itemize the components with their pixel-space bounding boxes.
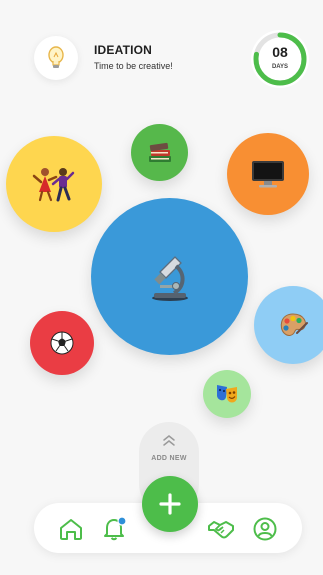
bubble-dance[interactable] bbox=[6, 136, 102, 232]
nav-partners[interactable] bbox=[207, 515, 235, 543]
days-label: DAYS bbox=[271, 64, 289, 70]
plus-icon bbox=[159, 493, 181, 515]
bubble-theater[interactable] bbox=[203, 370, 251, 418]
ideation-screen: IDEATION Time to be creative! 08 DAYS AD… bbox=[0, 0, 323, 575]
page-subtitle: Time to be creative! bbox=[94, 61, 173, 71]
dancers-icon bbox=[32, 168, 75, 202]
nav-profile[interactable] bbox=[251, 515, 279, 543]
bubble-sport[interactable] bbox=[30, 311, 94, 375]
soccer-ball-icon bbox=[50, 331, 74, 355]
bubble-art[interactable] bbox=[254, 286, 323, 364]
microscope-icon bbox=[151, 255, 188, 301]
page-title: IDEATION bbox=[94, 43, 153, 57]
user-icon bbox=[253, 517, 277, 541]
computer-icon bbox=[252, 161, 284, 188]
add-new-label: ADD NEW bbox=[151, 455, 187, 462]
bubble-computer[interactable] bbox=[227, 133, 309, 215]
bell-icon bbox=[104, 516, 127, 541]
theater-masks-icon bbox=[217, 385, 237, 403]
nav-notifications[interactable] bbox=[100, 515, 128, 543]
chevron-up-icon bbox=[163, 435, 175, 446]
add-new-button[interactable] bbox=[142, 476, 198, 532]
bubble-books[interactable] bbox=[131, 124, 188, 181]
nav-home[interactable] bbox=[57, 515, 85, 543]
palette-icon bbox=[280, 313, 308, 336]
notification-badge bbox=[117, 516, 127, 526]
days-count: 08 bbox=[272, 44, 288, 60]
books-icon bbox=[148, 142, 171, 162]
handshake-icon bbox=[208, 521, 234, 539]
lightbulb-icon bbox=[34, 36, 78, 80]
home-icon bbox=[60, 519, 82, 540]
bubble-science[interactable] bbox=[91, 198, 248, 355]
